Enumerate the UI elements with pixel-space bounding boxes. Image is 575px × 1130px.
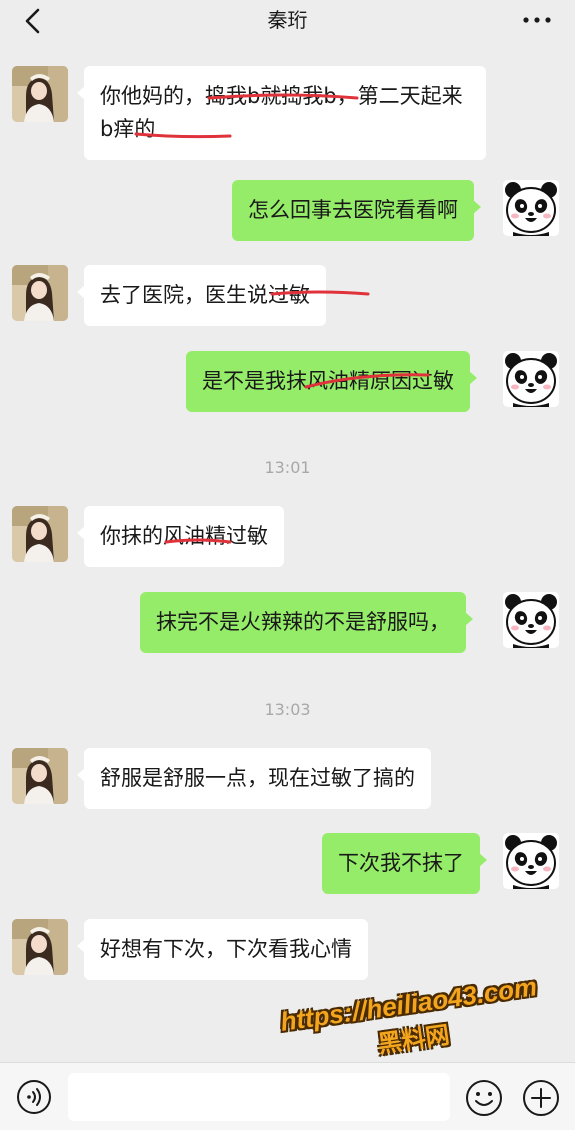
- chat-header: 秦珩: [0, 0, 575, 42]
- message-bubble-outgoing[interactable]: 下次我不抹了: [322, 833, 487, 894]
- contact-avatar[interactable]: [12, 66, 68, 122]
- chat-title: 秦珩: [267, 8, 308, 32]
- emoji-icon: [466, 1080, 502, 1116]
- message-input[interactable]: [68, 1073, 450, 1121]
- voice-icon: [17, 1080, 51, 1114]
- my-avatar[interactable]: [503, 833, 559, 889]
- message-bubble-outgoing[interactable]: 是不是我抹风油精原因过敏: [186, 351, 477, 412]
- more-button[interactable]: [521, 10, 553, 30]
- message-bubble-incoming[interactable]: 你抹的风油精过敏: [77, 506, 284, 567]
- message-bubble-outgoing[interactable]: 怎么回事去医院看看啊: [232, 180, 481, 241]
- my-avatar[interactable]: [503, 592, 559, 648]
- contact-avatar[interactable]: [12, 919, 68, 975]
- plus-icon: [523, 1080, 559, 1116]
- voice-button[interactable]: [16, 1079, 52, 1115]
- message-bubble-outgoing[interactable]: 抹完不是火辣辣的不是舒服吗，: [140, 592, 473, 653]
- message-bubble-incoming[interactable]: 好想有下次，下次看我心情: [77, 919, 368, 980]
- contact-avatar[interactable]: [12, 748, 68, 804]
- message-bubble-incoming[interactable]: 去了医院，医生说过敏: [77, 265, 326, 326]
- timestamp: 13:01: [264, 458, 311, 477]
- watermark: https://heiliao43.com 黑料网: [258, 968, 564, 1075]
- my-avatar[interactable]: [503, 351, 559, 407]
- plus-button[interactable]: [522, 1079, 560, 1117]
- my-avatar[interactable]: [503, 180, 559, 236]
- more-dots-icon: [523, 17, 551, 23]
- contact-avatar[interactable]: [12, 265, 68, 321]
- contact-avatar[interactable]: [12, 506, 68, 562]
- emoji-button[interactable]: [465, 1079, 503, 1117]
- message-bubble-incoming[interactable]: 舒服是舒服一点，现在过敏了搞的: [77, 748, 431, 809]
- timestamp: 13:03: [264, 700, 311, 719]
- message-bubble-incoming[interactable]: 你他妈的，捣我b就捣我b，第二天起来b痒的: [77, 66, 486, 160]
